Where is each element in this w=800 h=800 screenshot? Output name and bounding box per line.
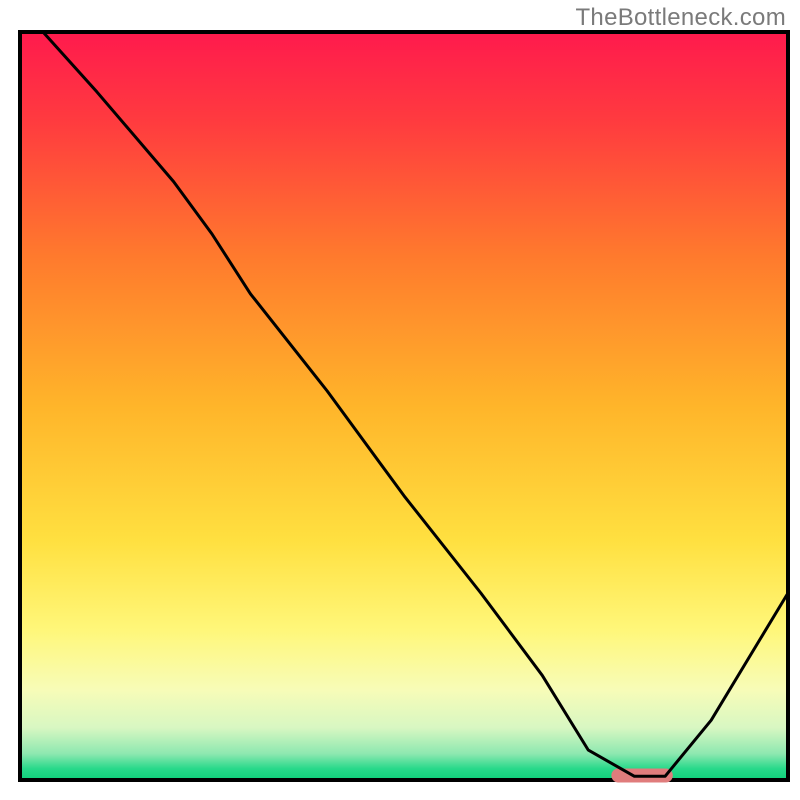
chart-container: TheBottleneck.com: [0, 0, 800, 800]
bottleneck-chart: [0, 0, 800, 800]
gradient-background: [20, 32, 788, 780]
watermark-label: TheBottleneck.com: [575, 4, 786, 32]
